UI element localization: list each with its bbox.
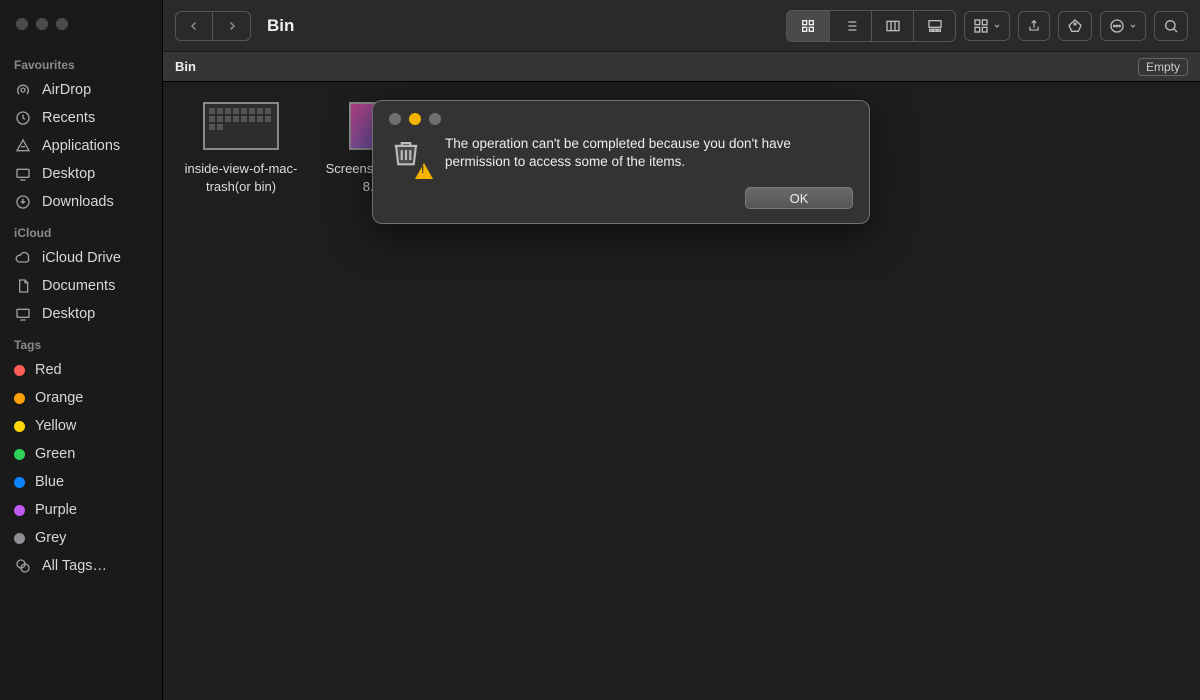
forward-button[interactable]: [213, 11, 251, 41]
sidebar-section-tags: Tags: [0, 328, 162, 356]
dialog-message: The operation can't be completed because…: [445, 135, 853, 175]
sidebar-item-desktop[interactable]: Desktop: [0, 160, 162, 188]
sidebar-tag-orange[interactable]: Orange: [0, 384, 162, 412]
tag-dot-orange: [14, 393, 25, 404]
search-button[interactable]: [1154, 11, 1188, 41]
sidebar: Favourites AirDrop Recents Applications …: [0, 0, 162, 700]
tag-dot-yellow: [14, 421, 25, 432]
ok-button[interactable]: OK: [745, 187, 853, 209]
view-icons-button[interactable]: [787, 11, 829, 41]
sidebar-tag-blue[interactable]: Blue: [0, 468, 162, 496]
zoom-window-icon[interactable]: [56, 18, 68, 30]
file-name: inside-view-of-mac-trash(or bin): [171, 160, 311, 195]
chevron-down-icon: [1129, 22, 1137, 30]
edit-tags-button[interactable]: [1058, 11, 1092, 41]
sidebar-item-icloud-drive[interactable]: iCloud Drive: [0, 244, 162, 272]
location-path: Bin: [175, 59, 196, 74]
empty-bin-button[interactable]: Empty: [1138, 58, 1188, 76]
action-menu-button[interactable]: [1100, 11, 1146, 41]
sidebar-item-label: Red: [35, 362, 62, 378]
view-gallery-button[interactable]: [913, 11, 955, 41]
tag-dot-green: [14, 449, 25, 460]
sidebar-item-label: Applications: [42, 138, 120, 154]
trash-warning-icon: [389, 135, 429, 175]
sidebar-tag-red[interactable]: Red: [0, 356, 162, 384]
sidebar-tag-purple[interactable]: Purple: [0, 496, 162, 524]
share-button[interactable]: [1018, 11, 1050, 41]
share-icon: [1027, 18, 1041, 34]
downloads-icon: [14, 194, 32, 210]
documents-icon: [14, 278, 32, 294]
sidebar-section-icloud: iCloud: [0, 216, 162, 244]
chevron-down-icon: [993, 22, 1001, 30]
tag-dot-purple: [14, 505, 25, 516]
sidebar-item-label: All Tags…: [42, 558, 107, 574]
sidebar-item-label: Yellow: [35, 418, 76, 434]
warning-badge-icon: [415, 163, 433, 179]
sidebar-item-downloads[interactable]: Downloads: [0, 188, 162, 216]
sidebar-item-label: AirDrop: [42, 82, 91, 98]
sidebar-tag-yellow[interactable]: Yellow: [0, 412, 162, 440]
group-by-button[interactable]: [964, 11, 1010, 41]
cloud-icon: [14, 250, 32, 266]
tag-icon: [1067, 18, 1083, 34]
dialog-close-icon[interactable]: [389, 113, 401, 125]
sidebar-item-label: Downloads: [42, 194, 114, 210]
sidebar-item-label: Blue: [35, 474, 64, 490]
window-traffic-lights: [0, 18, 162, 48]
apps-icon: [14, 138, 32, 154]
sidebar-all-tags[interactable]: All Tags…: [0, 552, 162, 580]
dialog-traffic-lights: [389, 113, 853, 125]
file-item[interactable]: inside-view-of-mac-trash(or bin): [171, 102, 311, 195]
tag-dot-blue: [14, 477, 25, 488]
tag-dot-red: [14, 365, 25, 376]
dialog-zoom-icon[interactable]: [429, 113, 441, 125]
sidebar-item-documents[interactable]: Documents: [0, 272, 162, 300]
permission-error-dialog: The operation can't be completed because…: [372, 100, 870, 224]
desktop-icon: [14, 166, 32, 182]
sidebar-item-label: iCloud Drive: [42, 250, 121, 266]
clock-icon: [14, 110, 32, 126]
location-bar: Bin Empty: [163, 52, 1200, 82]
sidebar-tag-green[interactable]: Green: [0, 440, 162, 468]
tag-dot-grey: [14, 533, 25, 544]
window-title: Bin: [259, 16, 294, 36]
search-icon: [1163, 18, 1179, 34]
group-icon: [973, 18, 989, 34]
sidebar-item-label: Desktop: [42, 166, 95, 182]
sidebar-item-label: Recents: [42, 110, 95, 126]
back-button[interactable]: [175, 11, 213, 41]
sidebar-item-label: Grey: [35, 530, 66, 546]
ellipsis-circle-icon: [1109, 18, 1125, 34]
sidebar-item-label: Documents: [42, 278, 115, 294]
minimize-window-icon[interactable]: [36, 18, 48, 30]
file-thumbnail: [203, 102, 279, 150]
sidebar-tag-grey[interactable]: Grey: [0, 524, 162, 552]
sidebar-item-desktop-icloud[interactable]: Desktop: [0, 300, 162, 328]
view-list-button[interactable]: [829, 11, 871, 41]
close-window-icon[interactable]: [16, 18, 28, 30]
desktop-icon: [14, 306, 32, 322]
sidebar-item-label: Desktop: [42, 306, 95, 322]
sidebar-item-recents[interactable]: Recents: [0, 104, 162, 132]
sidebar-item-label: Orange: [35, 390, 83, 406]
sidebar-section-favourites: Favourites: [0, 48, 162, 76]
toolbar: Bin: [163, 0, 1200, 52]
view-mode-group: [786, 10, 956, 42]
sidebar-item-label: Green: [35, 446, 75, 462]
sidebar-item-applications[interactable]: Applications: [0, 132, 162, 160]
all-tags-icon: [14, 558, 32, 574]
airdrop-icon: [14, 82, 32, 98]
sidebar-item-label: Purple: [35, 502, 77, 518]
view-columns-button[interactable]: [871, 11, 913, 41]
dialog-minimize-icon[interactable]: [409, 113, 421, 125]
sidebar-item-airdrop[interactable]: AirDrop: [0, 76, 162, 104]
